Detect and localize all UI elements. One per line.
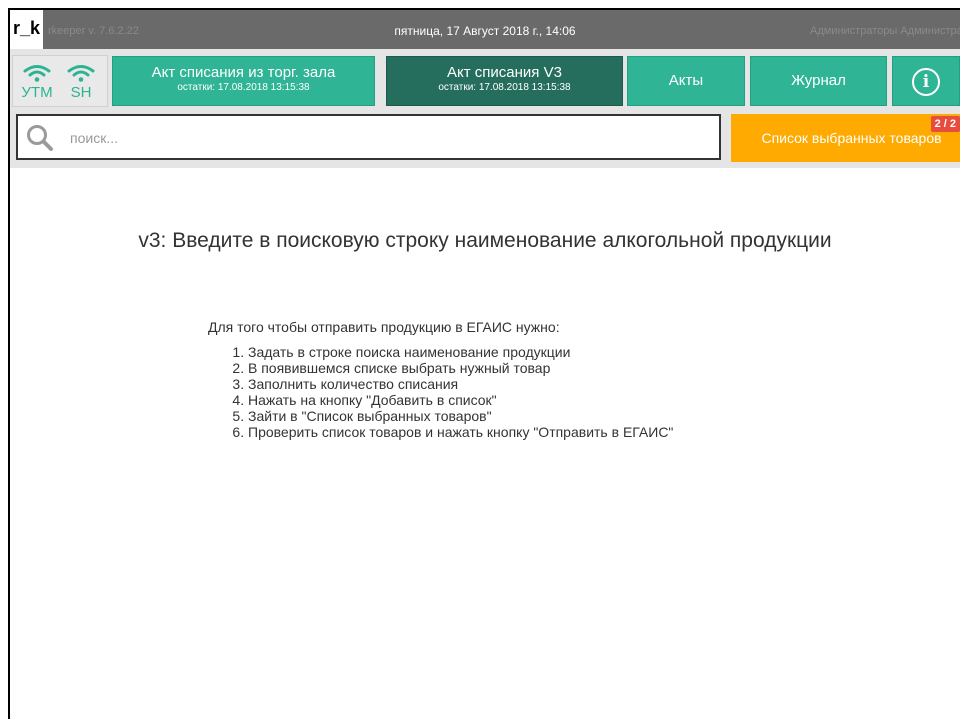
title-bar: r_k rkeeper v. 7.6.2.22 пятница, 17 Авгу… <box>10 10 960 49</box>
act-hall-button[interactable]: Акт списания из торг. зала остатки: 17.0… <box>112 56 375 106</box>
act-hall-sub: остатки: 17.08.2018 13:15:38 <box>177 82 310 93</box>
main-content: v3: Введите в поисковую строку наименова… <box>10 168 960 721</box>
act-v3-title: Акт списания V3 <box>447 64 562 81</box>
selected-items-label: Список выбранных товаров <box>761 130 942 146</box>
app-window: r_k rkeeper v. 7.6.2.22 пятница, 17 Авгу… <box>8 8 960 721</box>
act-v3-button[interactable]: Акт списания V3 остатки: 17.08.2018 13:1… <box>386 56 623 106</box>
acts-button[interactable]: Акты <box>627 56 745 106</box>
info-icon: i <box>912 68 940 96</box>
wifi-icon <box>67 65 95 82</box>
instructions: Для того чтобы отправить продукцию в ЕГА… <box>208 319 673 440</box>
search-icon <box>27 125 53 151</box>
list-item: Зайти в "Список выбранных товаров" <box>248 408 673 424</box>
info-button[interactable]: i <box>892 56 960 106</box>
journal-button[interactable]: Журнал <box>750 56 887 106</box>
count-badge: 2 / 2 <box>930 116 960 132</box>
act-v3-sub: остатки: 17.08.2018 13:15:38 <box>438 82 571 93</box>
list-item: Задать в строке поиска наименование прод… <box>248 344 673 360</box>
list-item: Проверить список товаров и нажать кнопку… <box>248 424 673 440</box>
instructions-intro: Для того чтобы отправить продукцию в ЕГА… <box>208 319 560 335</box>
toolbar: УТМ SH Акт списания из торг. зала остатк… <box>10 49 960 111</box>
list-item: В появившемся списке выбрать нужный това… <box>248 360 673 376</box>
search-box <box>16 114 721 160</box>
act-hall-title: Акт списания из торг. зала <box>151 64 336 81</box>
list-item: Нажать на кнопку "Добавить в список" <box>248 392 673 408</box>
list-item: Заполнить количество списания <box>248 376 673 392</box>
selected-items-button[interactable]: Список выбранных товаров 2 / 2 <box>731 114 960 162</box>
page-title: v3: Введите в поисковую строку наименова… <box>138 229 832 252</box>
acts-label: Акты <box>668 72 704 89</box>
journal-label: Журнал <box>791 72 846 89</box>
utm-label: УТМ <box>21 84 53 101</box>
wifi-icon <box>23 65 51 82</box>
search-row: Список выбранных товаров 2 / 2 <box>10 111 960 168</box>
user-label: Администраторы Администратор <box>810 25 960 37</box>
utm-status[interactable]: УТМ <box>17 60 57 101</box>
steps-list: Задать в строке поиска наименование прод… <box>208 344 673 440</box>
connection-status: УТМ SH <box>12 55 108 107</box>
search-input[interactable] <box>68 116 712 160</box>
sh-status[interactable]: SH <box>61 60 101 101</box>
sh-label: SH <box>70 84 92 101</box>
